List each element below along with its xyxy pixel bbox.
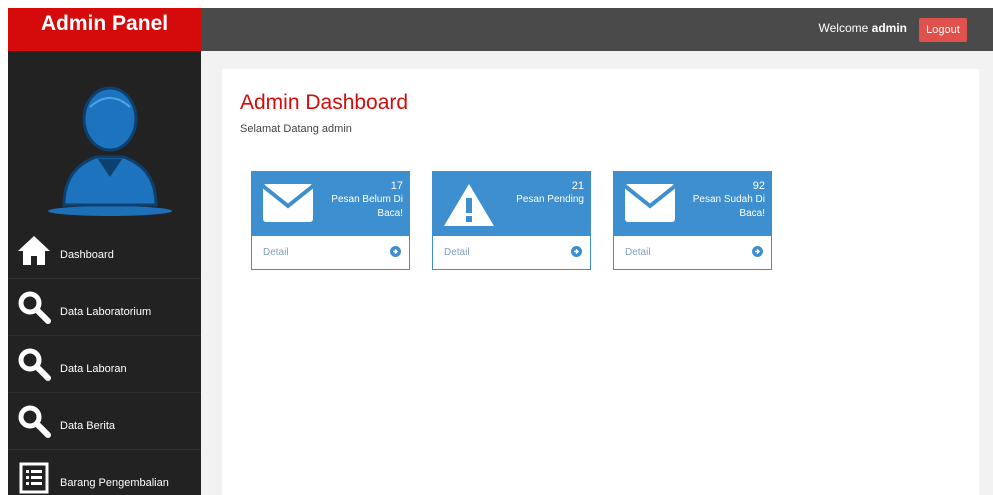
welcome-prefix: Welcome [818, 21, 872, 35]
detail-link[interactable]: Detail [625, 247, 651, 258]
sidebar-item-data-laboratorium[interactable]: Data Laboratorium [8, 278, 201, 335]
arrow-circle-right-icon[interactable] [752, 246, 763, 260]
search-icon [14, 404, 54, 438]
brand-title[interactable]: Admin Panel [8, 8, 201, 51]
sidebar-item-data-laboran[interactable]: Data Laboran [8, 335, 201, 392]
detail-link[interactable]: Detail [263, 247, 289, 258]
stat-card-unread: 17 Pesan Belum Di Baca! Detail [251, 171, 410, 270]
sidebar-item-label: Dashboard [60, 248, 114, 261]
topbar: Welcome admin Logout [201, 8, 993, 51]
card-header: 21 Pesan Pending [433, 172, 590, 236]
logout-button[interactable]: Logout [919, 18, 967, 42]
sidebar-item-label: Data Berita [60, 420, 116, 432]
sidebar-item-label: Data Laboratorium [60, 306, 152, 318]
sidebar-item-data-berita[interactable]: Data Berita [8, 392, 201, 449]
arrow-circle-right-icon[interactable] [390, 246, 401, 260]
sidebar-item-label: Data Laboran [60, 363, 127, 375]
search-icon [14, 290, 54, 324]
sidebar-item-label: Barang Pengembalian [60, 477, 169, 489]
main-content: Admin Dashboard Selamat Datang admin 17 … [222, 69, 979, 495]
sidebar-item-dashboard[interactable]: Dashboard [8, 221, 201, 278]
arrow-circle-right-icon[interactable] [571, 246, 582, 260]
sidebar: Dashboard Data Laboratorium Data Laboran [8, 51, 201, 495]
user-avatar-icon [44, 77, 176, 217]
card-header: 17 Pesan Belum Di Baca! [252, 172, 409, 236]
envelope-icon [623, 182, 677, 229]
home-icon [14, 234, 54, 266]
card-footer[interactable]: Detail [614, 236, 771, 269]
search-icon [14, 347, 54, 381]
card-count: 17 [390, 180, 403, 192]
card-footer[interactable]: Detail [252, 236, 409, 269]
sidebar-item-barang-pengembalian[interactable]: Barang Pengembalian [8, 449, 201, 495]
detail-link[interactable]: Detail [444, 247, 470, 258]
card-header: 92 Pesan Sudah Di Baca! [614, 172, 771, 236]
stat-card-read: 92 Pesan Sudah Di Baca! Detail [613, 171, 772, 270]
stat-card-pending: 21 Pesan Pending Detail [432, 171, 591, 270]
card-label: Pesan Pending [516, 194, 584, 205]
card-count: 21 [571, 180, 584, 192]
envelope-icon [261, 182, 315, 229]
welcome-text: Welcome admin [819, 21, 907, 35]
card-footer[interactable]: Detail [433, 236, 590, 269]
warning-icon [443, 182, 495, 233]
admin-app: Admin Panel Welcome admin Logout Dashboa… [0, 0, 993, 495]
page-title: Admin Dashboard [240, 91, 409, 114]
username: admin [871, 21, 907, 35]
list-icon [14, 462, 54, 494]
card-count: 92 [752, 180, 765, 192]
page-subtitle: Selamat Datang admin [240, 123, 352, 135]
card-label: Pesan Sudah Di Baca! [692, 194, 765, 219]
card-label: Pesan Belum Di Baca! [331, 194, 403, 219]
